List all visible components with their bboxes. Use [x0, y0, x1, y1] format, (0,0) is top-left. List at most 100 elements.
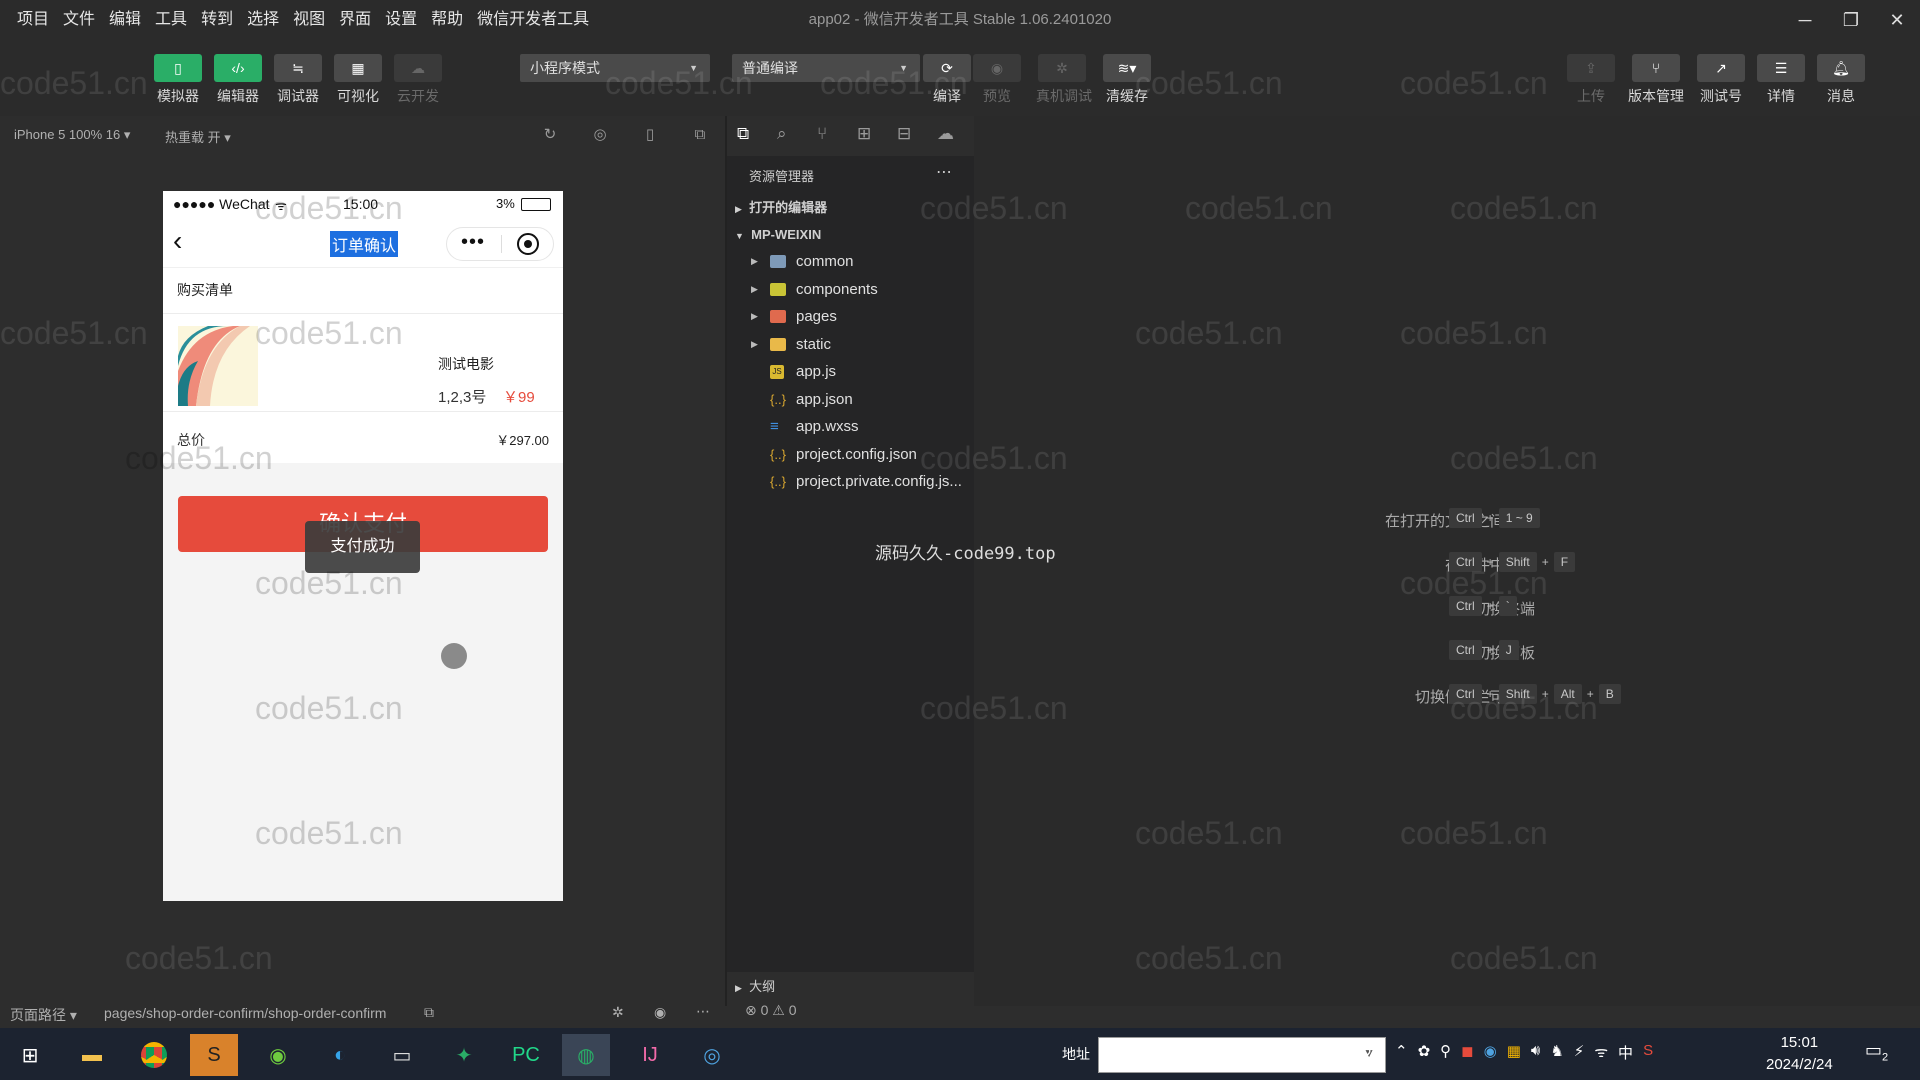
green-app-icon[interactable]: ◉: [254, 1034, 302, 1076]
debugger-button[interactable]: ≒ 调试器: [273, 54, 323, 106]
minimize-icon[interactable]: ─: [1782, 0, 1828, 40]
volume-icon[interactable]: 🔊︎: [1531, 1042, 1540, 1063]
wifi-icon[interactable]: ᯤ: [1594, 1042, 1608, 1063]
wechat-devtools-icon[interactable]: ◍: [562, 1034, 610, 1076]
cloud-dev-button[interactable]: ☁ 云开发: [393, 54, 443, 106]
tray-app-icon[interactable]: ◉: [1484, 1042, 1497, 1063]
files-icon[interactable]: ⧉: [737, 124, 749, 144]
more-icon[interactable]: ⋯: [936, 162, 952, 182]
wifi-icon: ᯤ: [275, 198, 287, 213]
tree-item-project-private-config[interactable]: {..} project.private.config.js...: [727, 468, 974, 496]
chevron-up-icon[interactable]: ⌃: [1395, 1042, 1408, 1063]
tree-item-app-json[interactable]: {..} app.json: [727, 386, 974, 414]
phone-nav-bar: ‹ 订单确认 •••: [163, 219, 563, 267]
preview-button[interactable]: ◉ 预览: [972, 54, 1022, 106]
pycharm-icon[interactable]: PC: [502, 1034, 550, 1076]
tree-item-static[interactable]: ▶ static: [727, 331, 974, 359]
bug-icon[interactable]: ✲: [612, 1004, 624, 1021]
refresh-icon[interactable]: ↻: [540, 125, 560, 145]
file-explorer-icon[interactable]: ▬: [68, 1034, 116, 1076]
tray-app-icon[interactable]: ▦: [1507, 1042, 1521, 1063]
menu-item-interface[interactable]: 界面: [332, 0, 378, 40]
restore-icon[interactable]: ❐: [1828, 0, 1874, 40]
layers-icon: ≋▾: [1103, 54, 1151, 82]
back-icon[interactable]: ‹: [173, 225, 182, 257]
menu-item-file[interactable]: 文件: [56, 0, 102, 40]
menu-item-wechat-devtools[interactable]: 微信开发者工具: [470, 0, 596, 40]
editor-button[interactable]: ‹/› 编辑器: [213, 54, 263, 106]
chevron-right-icon: ▶: [735, 204, 742, 214]
docker-icon[interactable]: ☁: [937, 124, 954, 144]
tree-item-components[interactable]: ▶ components: [727, 276, 974, 304]
extensions-icon[interactable]: ⊞: [857, 124, 871, 144]
refresh-icon[interactable]: ↻: [1358, 1042, 1372, 1062]
intellij-icon[interactable]: IJ: [626, 1034, 674, 1076]
git-icon[interactable]: ⑂: [817, 124, 827, 144]
chevron-right-icon: ▶: [751, 311, 758, 321]
windows-start-icon[interactable]: ⊞: [6, 1034, 54, 1076]
simulator-button[interactable]: ▯ 模拟器: [153, 54, 203, 106]
mode-select[interactable]: 小程序模式 ▼: [520, 54, 710, 82]
compile-select[interactable]: 普通编译 ▼: [732, 54, 920, 82]
upload-button[interactable]: ⇪ 上传: [1566, 54, 1616, 106]
order-item[interactable]: 测试电影 1,2,3号 ￥99: [163, 313, 563, 411]
search-icon[interactable]: ⌕: [777, 124, 787, 144]
phone-icon[interactable]: ▯: [640, 125, 660, 145]
problems-indicator[interactable]: ⊗ 0 ⚠ 0: [745, 1002, 797, 1019]
more-icon[interactable]: •••: [461, 231, 485, 254]
tree-item-project-config[interactable]: {..} project.config.json: [727, 441, 974, 469]
tree-item-pages[interactable]: ▶ pages: [727, 303, 974, 331]
chrome-icon[interactable]: [130, 1034, 178, 1076]
visual-button[interactable]: ▦ 可视化: [333, 54, 383, 106]
outline-section[interactable]: ▶ 大纲: [727, 975, 974, 999]
details-button[interactable]: ☰ 详情: [1756, 54, 1806, 106]
close-icon[interactable]: ✕: [1874, 0, 1920, 40]
simulator-bar: iPhone 5 100% 16 ▾ 热重载 开 ▾ ↻ ◎ ▯ ⧉: [0, 116, 725, 154]
copy-icon[interactable]: ⧉: [424, 1004, 434, 1021]
menu-item-edit[interactable]: 编辑: [102, 0, 148, 40]
menu-item-project[interactable]: 项目: [10, 0, 56, 40]
messages-button[interactable]: 🔔︎ 消息: [1816, 54, 1866, 106]
sublime-text-icon[interactable]: S: [190, 1034, 238, 1076]
menu-item-goto[interactable]: 转到: [194, 0, 240, 40]
storage-icon[interactable]: ⊟: [897, 124, 911, 144]
upload-icon: ⇪: [1567, 54, 1615, 82]
tree-item-app-js[interactable]: JS app.js: [727, 358, 974, 386]
wechat-icon[interactable]: ✦: [440, 1034, 488, 1076]
remote-debug-button[interactable]: ✲ 真机调试: [1036, 54, 1092, 106]
eye-icon[interactable]: ◉: [654, 1004, 666, 1021]
address-input[interactable]: ▼: [1098, 1037, 1386, 1073]
hot-reload-toggle[interactable]: 热重载 开 ▾: [165, 127, 231, 146]
ime-indicator[interactable]: 中: [1618, 1042, 1633, 1063]
project-root[interactable]: ▼ MP-WEIXIN: [727, 221, 974, 248]
edge-icon[interactable]: ◐: [316, 1034, 364, 1076]
tray-app-icon[interactable]: ✿: [1418, 1042, 1431, 1063]
popout-icon[interactable]: ⧉: [690, 125, 710, 145]
test-account-button[interactable]: ↗ 测试号: [1696, 54, 1746, 106]
tree-item-common[interactable]: ▶ common: [727, 248, 974, 276]
tree-item-app-wxss[interactable]: ≡ app.wxss: [727, 413, 974, 441]
menu-item-tools[interactable]: 工具: [148, 0, 194, 40]
page-path-select[interactable]: 页面路径 ▾: [10, 1005, 77, 1025]
tray-app-icon[interactable]: ◼: [1461, 1042, 1473, 1063]
compile-button[interactable]: ⟳ 编译: [922, 54, 972, 106]
microphone-icon[interactable]: ⚲: [1440, 1042, 1451, 1063]
qq-icon[interactable]: ♞: [1550, 1042, 1563, 1063]
terminal-icon[interactable]: ▭: [378, 1034, 426, 1076]
sogou-icon[interactable]: S: [1643, 1042, 1653, 1063]
device-select[interactable]: iPhone 5 100% 16 ▾: [14, 127, 130, 143]
network-icon[interactable]: ⚡: [1574, 1042, 1585, 1063]
stop-icon[interactable]: ◎: [590, 125, 610, 145]
version-button[interactable]: ⑂ 版本管理: [1626, 54, 1686, 106]
notification-icon[interactable]: ▭2: [1865, 1040, 1888, 1064]
clear-cache-button[interactable]: ≋▾ 清缓存: [1102, 54, 1152, 106]
menu-item-select[interactable]: 选择: [240, 0, 286, 40]
clock[interactable]: 15:01 2024/2/24: [1766, 1032, 1833, 1076]
app-icon[interactable]: ◎: [688, 1034, 736, 1076]
more-icon[interactable]: ⋯: [696, 1003, 710, 1020]
chevron-right-icon: ▶: [735, 983, 742, 993]
menu-item-settings[interactable]: 设置: [378, 0, 424, 40]
menu-item-help[interactable]: 帮助: [424, 0, 470, 40]
open-editors-section[interactable]: ▶ 打开的编辑器: [727, 194, 974, 221]
menu-item-view[interactable]: 视图: [286, 0, 332, 40]
